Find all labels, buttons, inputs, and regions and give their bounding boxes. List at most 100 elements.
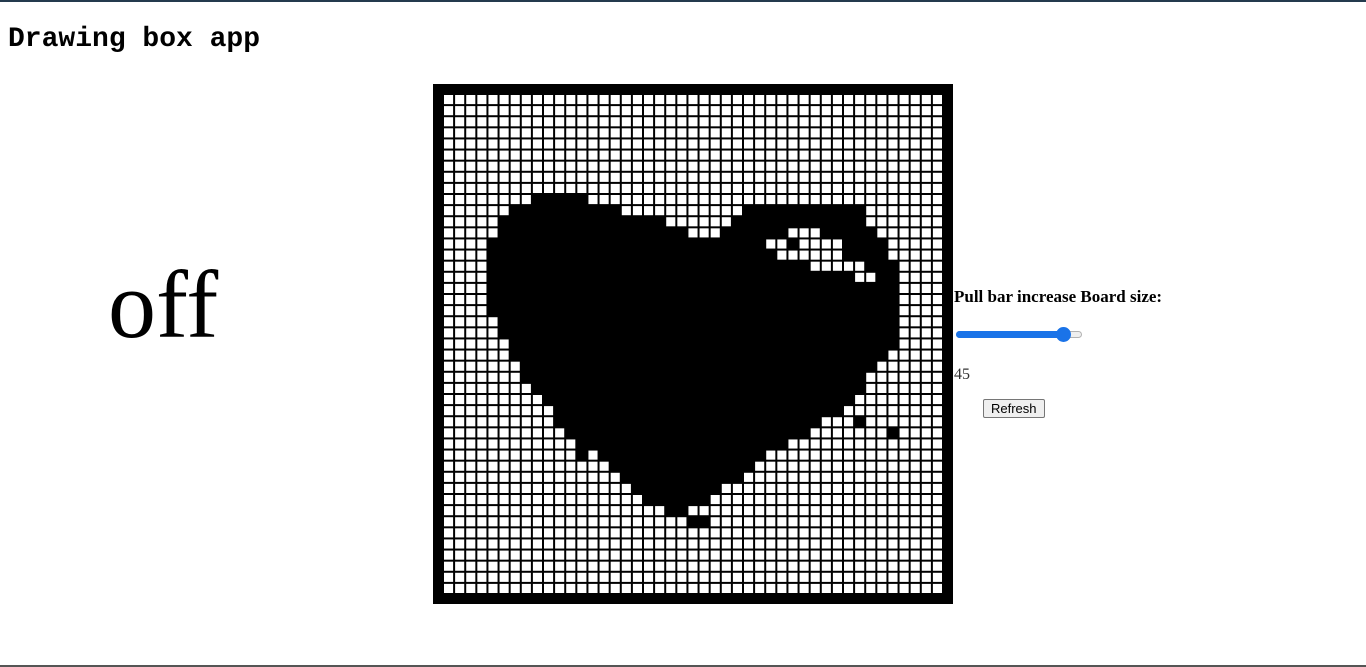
grid-cell-filled[interactable] [844,395,854,405]
grid-cell[interactable] [932,528,942,538]
grid-cell[interactable] [810,195,820,205]
grid-cell[interactable] [932,583,942,593]
grid-cell[interactable] [644,95,654,105]
grid-cell-filled[interactable] [555,350,565,360]
grid-cell-filled[interactable] [677,439,687,449]
grid-cell[interactable] [510,95,520,105]
grid-cell[interactable] [488,372,498,382]
grid-cell-filled[interactable] [555,295,565,305]
grid-cell-filled[interactable] [532,328,542,338]
grid-cell-filled[interactable] [577,417,587,427]
grid-cell[interactable] [455,539,465,549]
grid-cell-filled[interactable] [621,439,631,449]
grid-cell[interactable] [488,450,498,460]
grid-cell[interactable] [821,172,831,182]
grid-cell[interactable] [566,128,576,138]
grid-cell[interactable] [544,417,554,427]
grid-cell[interactable] [732,572,742,582]
grid-cell[interactable] [799,139,809,149]
grid-cell[interactable] [655,139,665,149]
grid-cell-filled[interactable] [588,306,598,316]
grid-cell-filled[interactable] [721,328,731,338]
grid-cell[interactable] [821,183,831,193]
grid-cell[interactable] [921,550,931,560]
grid-cell[interactable] [844,483,854,493]
grid-cell[interactable] [455,417,465,427]
grid-cell[interactable] [777,550,787,560]
grid-cell[interactable] [899,461,909,471]
grid-cell[interactable] [799,183,809,193]
grid-cell-filled[interactable] [866,328,876,338]
grid-cell[interactable] [855,161,865,171]
grid-cell-filled[interactable] [566,261,576,271]
grid-cell[interactable] [699,506,709,516]
grid-cell-filled[interactable] [832,339,842,349]
grid-cell-filled[interactable] [588,272,598,282]
grid-cell-filled[interactable] [799,361,809,371]
grid-cell[interactable] [910,295,920,305]
grid-cell[interactable] [732,550,742,560]
grid-cell-filled[interactable] [710,472,720,482]
grid-cell[interactable] [788,150,798,160]
grid-cell[interactable] [466,250,476,260]
grid-cell-filled[interactable] [644,472,654,482]
grid-cell-filled[interactable] [621,317,631,327]
grid-cell[interactable] [832,95,842,105]
grid-cell-filled[interactable] [532,250,542,260]
grid-cell[interactable] [677,95,687,105]
grid-cell[interactable] [488,439,498,449]
grid-cell[interactable] [777,583,787,593]
grid-cell[interactable] [888,172,898,182]
grid-cell-filled[interactable] [644,350,654,360]
grid-cell[interactable] [832,161,842,171]
grid-cell-filled[interactable] [610,239,620,249]
grid-cell[interactable] [599,539,609,549]
grid-cell-filled[interactable] [577,261,587,271]
grid-cell-filled[interactable] [888,261,898,271]
grid-cell-filled[interactable] [866,283,876,293]
grid-cell[interactable] [877,106,887,116]
grid-cell-filled[interactable] [699,450,709,460]
grid-cell[interactable] [677,206,687,216]
grid-cell[interactable] [677,161,687,171]
grid-cell[interactable] [532,395,542,405]
grid-cell[interactable] [832,572,842,582]
grid-cell-filled[interactable] [710,483,720,493]
grid-cell[interactable] [877,372,887,382]
grid-cell[interactable] [932,461,942,471]
grid-cell[interactable] [544,483,554,493]
grid-cell[interactable] [644,172,654,182]
grid-cell[interactable] [455,339,465,349]
grid-cell[interactable] [666,195,676,205]
grid-cell-filled[interactable] [499,272,509,282]
grid-cell-filled[interactable] [888,328,898,338]
grid-cell[interactable] [844,439,854,449]
grid-cell[interactable] [444,550,454,560]
grid-cell[interactable] [544,539,554,549]
grid-cell[interactable] [632,572,642,582]
grid-cell[interactable] [521,95,531,105]
grid-cell[interactable] [777,528,787,538]
grid-cell-filled[interactable] [510,306,520,316]
grid-cell-filled[interactable] [532,350,542,360]
grid-cell[interactable] [599,106,609,116]
grid-cell-filled[interactable] [732,250,742,260]
grid-cell[interactable] [899,161,909,171]
grid-cell[interactable] [577,472,587,482]
grid-cell-filled[interactable] [710,461,720,471]
grid-cell-filled[interactable] [666,395,676,405]
grid-cell[interactable] [532,406,542,416]
grid-cell[interactable] [477,561,487,571]
grid-cell[interactable] [677,539,687,549]
grid-cell[interactable] [699,150,709,160]
grid-cell[interactable] [710,539,720,549]
grid-cell[interactable] [821,428,831,438]
grid-cell[interactable] [888,361,898,371]
grid-cell[interactable] [744,561,754,571]
grid-cell[interactable] [844,183,854,193]
grid-cell[interactable] [832,106,842,116]
grid-cell[interactable] [577,550,587,560]
grid-cell-filled[interactable] [588,295,598,305]
grid-cell-filled[interactable] [755,439,765,449]
grid-cell[interactable] [488,150,498,160]
